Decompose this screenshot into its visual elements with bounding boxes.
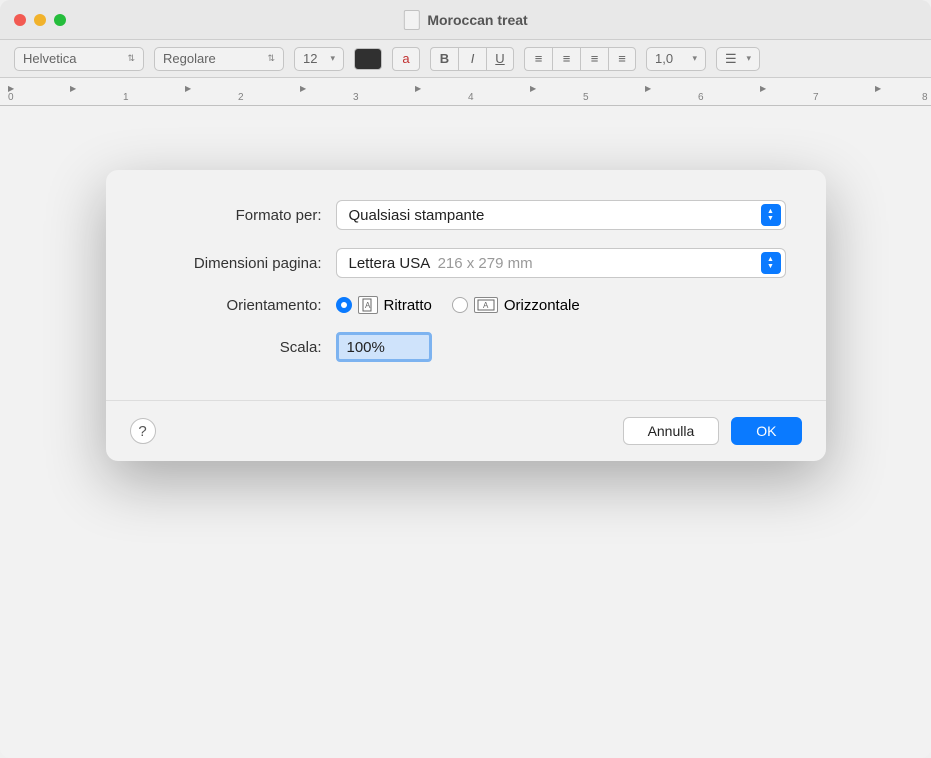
ok-button[interactable]: OK [731, 417, 801, 445]
page-size-select[interactable]: Lettera USA 216 x 279 mm ▲▼ [336, 248, 786, 278]
dialog-body: Formato per: Qualsiasi stampante ▲▼ Dime… [106, 170, 826, 400]
page-size-label: Dimensioni pagina: [146, 255, 336, 272]
format-for-label: Formato per: [146, 207, 336, 224]
portrait-icon: A [358, 296, 378, 314]
modal-overlay: Formato per: Qualsiasi stampante ▲▼ Dime… [0, 0, 931, 758]
dialog-footer: ? Annulla OK [106, 400, 826, 461]
footer-buttons: Annulla OK [623, 417, 802, 445]
orientation-portrait-radio[interactable]: A Ritratto [336, 296, 432, 314]
dropdown-arrows-icon: ▲▼ [761, 252, 781, 274]
page-size-row: Dimensioni pagina: Lettera USA 216 x 279… [146, 248, 786, 278]
scale-label: Scala: [146, 339, 336, 356]
format-for-select[interactable]: Qualsiasi stampante ▲▼ [336, 200, 786, 230]
radio-unchecked-icon [452, 297, 468, 313]
page-size-detail: 216 x 279 mm [438, 255, 533, 272]
dropdown-arrows-icon: ▲▼ [761, 204, 781, 226]
radio-checked-icon [336, 297, 352, 313]
ok-button-label: OK [756, 423, 776, 439]
orientation-radio-group: A Ritratto A Orizzontale [336, 296, 580, 314]
app-window: Moroccan treat Helvetica ⇅ Regolare ⇅ 12… [0, 0, 931, 758]
cancel-button[interactable]: Annulla [623, 417, 720, 445]
scale-row: Scala: [146, 332, 786, 362]
scale-input[interactable] [336, 332, 432, 362]
orientation-label: Orientamento: [146, 297, 336, 314]
orientation-landscape-radio[interactable]: A Orizzontale [452, 297, 580, 314]
page-setup-dialog: Formato per: Qualsiasi stampante ▲▼ Dime… [106, 170, 826, 461]
format-for-value: Qualsiasi stampante [349, 207, 485, 224]
page-size-value: Lettera USA [349, 255, 430, 272]
svg-text:A: A [483, 301, 489, 310]
orientation-row: Orientamento: A Ritratto A [146, 296, 786, 314]
format-for-row: Formato per: Qualsiasi stampante ▲▼ [146, 200, 786, 230]
orientation-portrait-label: Ritratto [384, 297, 432, 314]
landscape-icon: A [474, 297, 498, 313]
help-icon: ? [138, 423, 146, 440]
help-button[interactable]: ? [130, 418, 156, 444]
svg-text:A: A [365, 301, 371, 310]
cancel-button-label: Annulla [648, 423, 695, 439]
orientation-landscape-label: Orizzontale [504, 297, 580, 314]
